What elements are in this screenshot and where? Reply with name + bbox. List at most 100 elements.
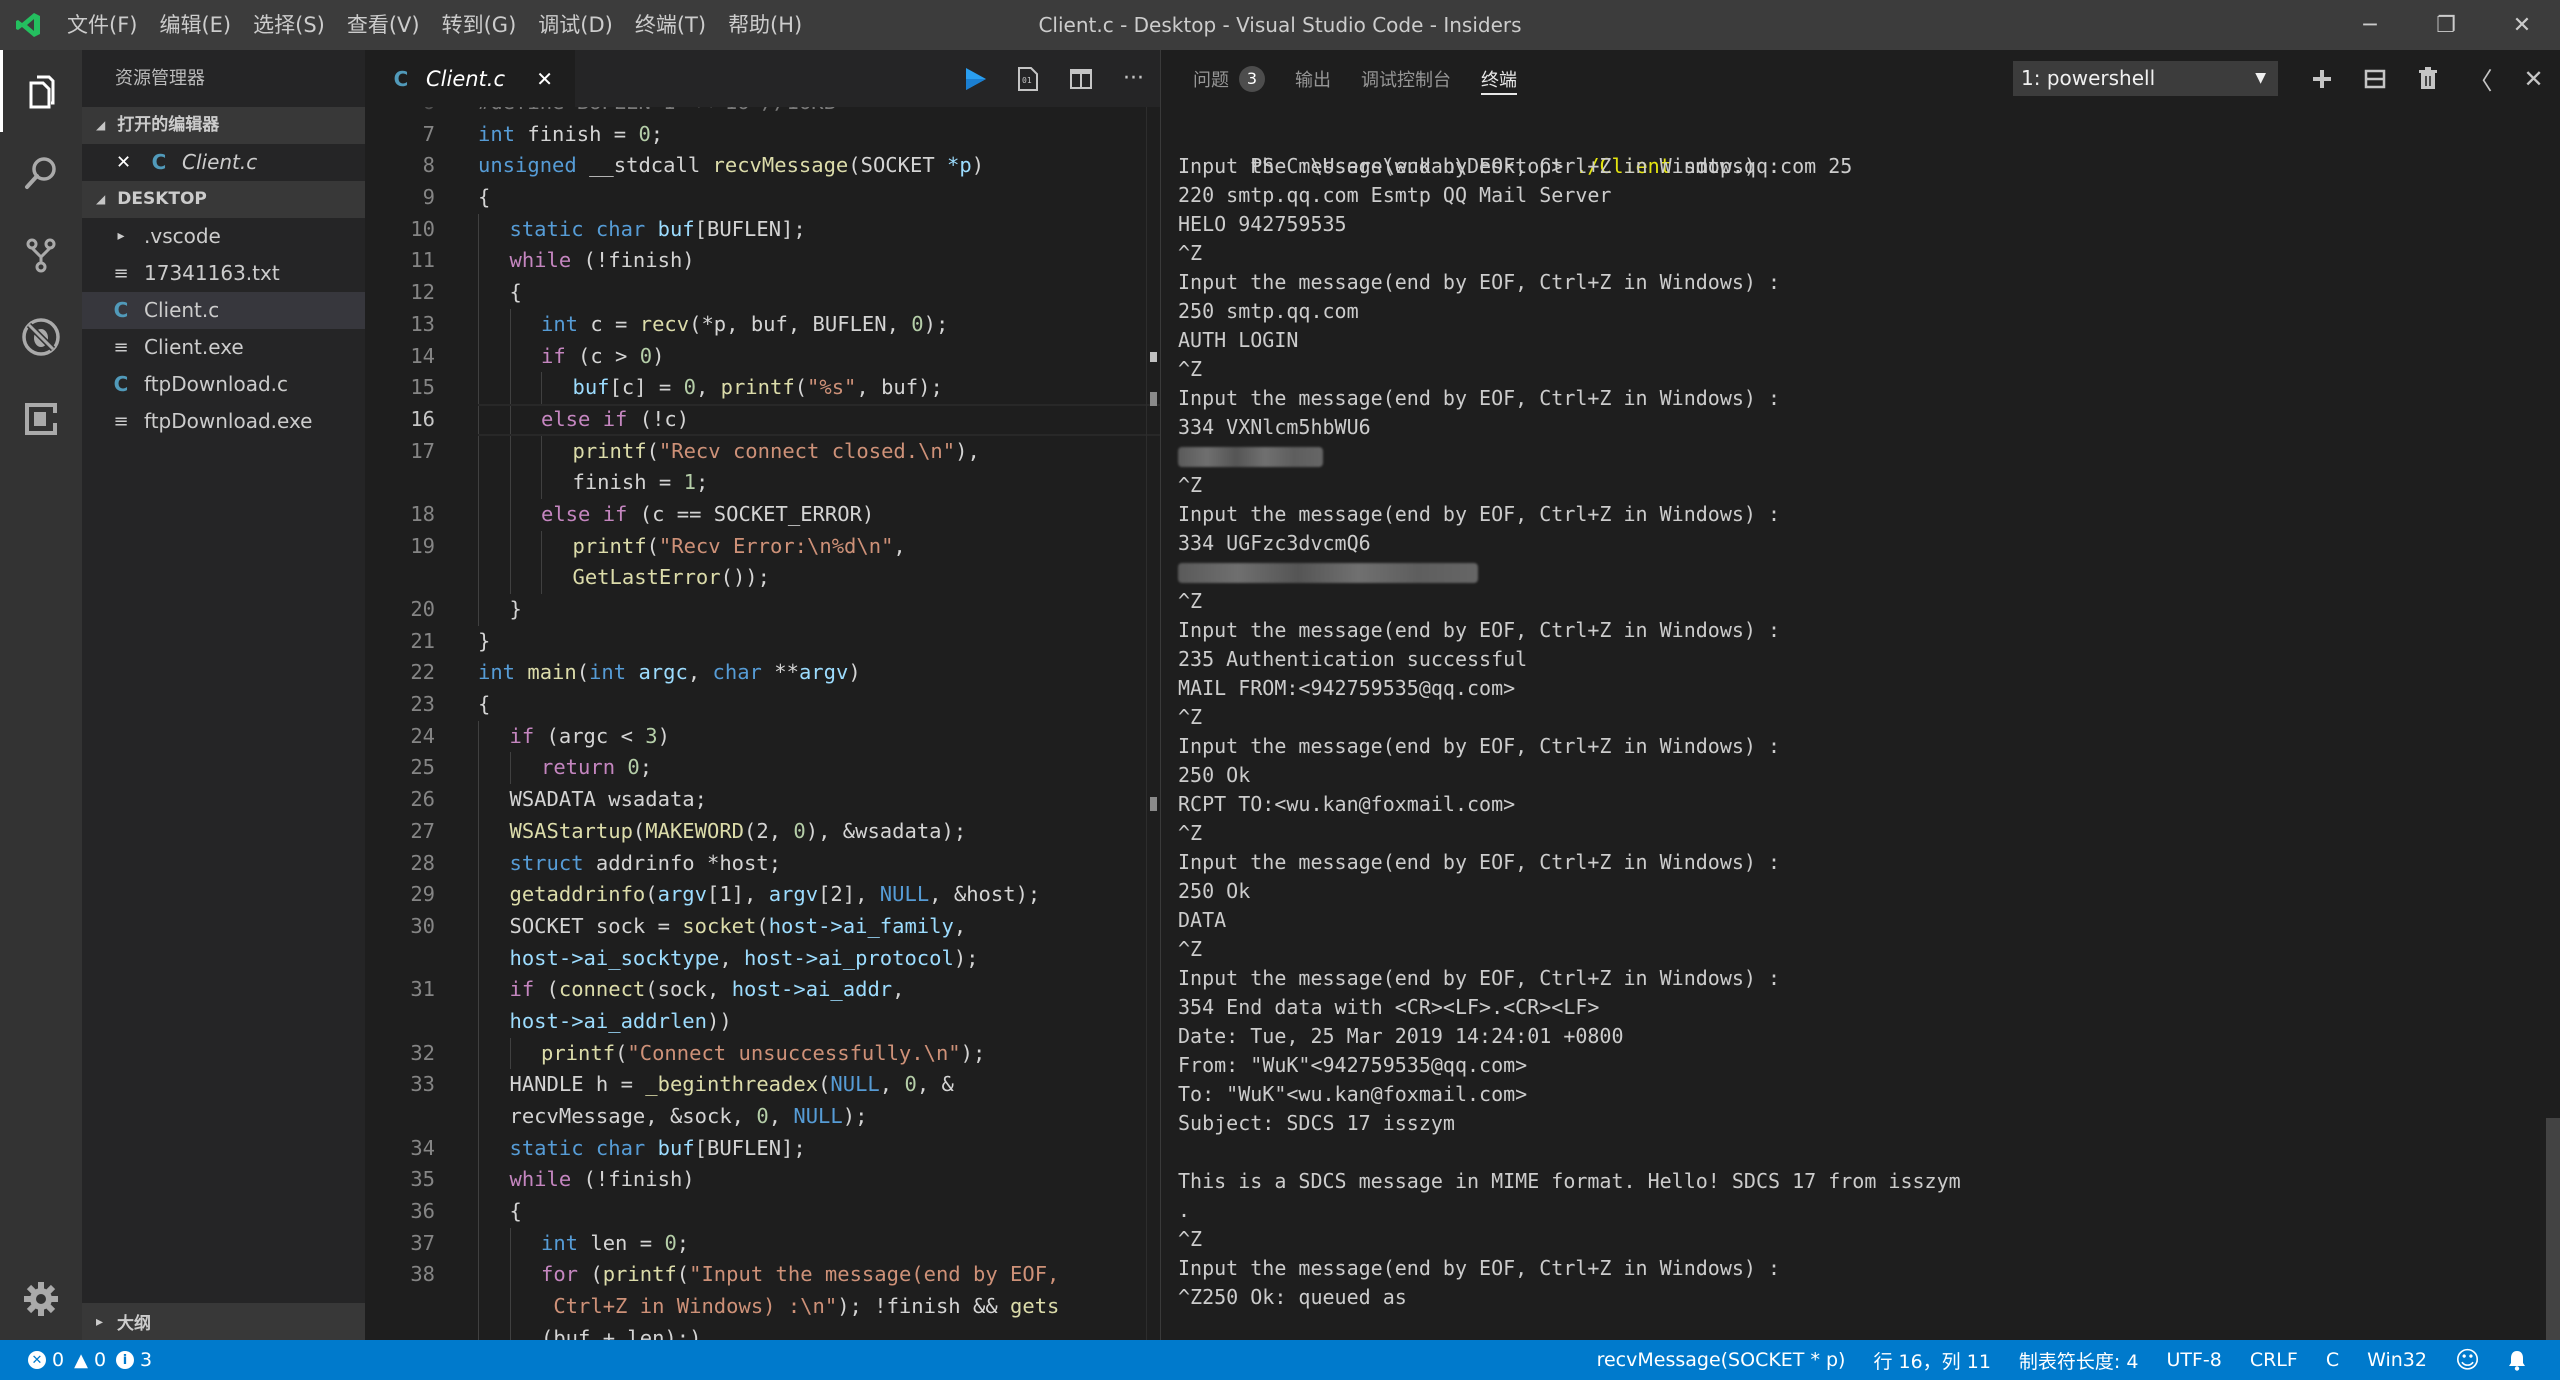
menu-go[interactable]: 转到(G)	[431, 0, 528, 50]
close-editor-icon[interactable]: ✕	[116, 144, 138, 181]
code-token: HANDLE h =	[509, 1072, 646, 1097]
activity-extensions[interactable]	[0, 378, 82, 460]
terminal-line: ^Z	[1178, 241, 1203, 265]
language-mode[interactable]: C	[2326, 1349, 2339, 1371]
desktop-folder-header[interactable]: ◢ DESKTOP	[82, 181, 365, 218]
activity-manage[interactable]	[0, 1258, 82, 1340]
code-line: 37 int len = 0;	[365, 1227, 1160, 1260]
code-token: char	[595, 216, 646, 241]
problems-status[interactable]: ✕ 0 ▲ 0 i3	[0, 1349, 162, 1371]
code-token: ;	[695, 470, 709, 495]
code-token: ;	[650, 121, 664, 146]
code-token: return	[541, 755, 616, 780]
new-terminal-button[interactable]	[2295, 50, 2348, 107]
activity-debug[interactable]	[0, 296, 82, 378]
kill-terminal-button[interactable]	[2401, 50, 2454, 107]
split-editor-icon	[1069, 68, 1092, 89]
indent-guide	[478, 847, 479, 880]
code-token: 0	[911, 311, 924, 336]
run-button[interactable]	[948, 50, 1001, 107]
open-editor-item[interactable]: ✕ C Client.c	[82, 144, 365, 181]
tab-problems-label: 问题	[1193, 69, 1229, 91]
file-tree-item[interactable]: C Client.c	[82, 292, 365, 329]
file-tree-item[interactable]: ≡ ftpDownload.exe	[82, 403, 365, 440]
file-tree-item[interactable]: ≡ 17341163.txt	[82, 255, 365, 292]
notifications-button[interactable]	[2508, 1349, 2526, 1371]
terminal-scrollbar-thumb[interactable]	[2546, 1118, 2560, 1363]
open-editors-header[interactable]: ◢ 打开的编辑器	[82, 107, 365, 144]
code-text: while (!finish)	[510, 245, 695, 277]
menu-edit[interactable]: 编辑(E)	[148, 0, 242, 50]
restore-button[interactable]: ❐	[2408, 0, 2484, 50]
activity-source-control[interactable]	[0, 214, 82, 296]
cursor-position[interactable]: 行 16，列 11	[1873, 1347, 1990, 1374]
close-tab-icon[interactable]: ✕	[536, 67, 553, 91]
activity-explorer[interactable]	[0, 50, 82, 132]
menu-debug[interactable]: 调试(D)	[527, 0, 624, 50]
end-of-line[interactable]: CRLF	[2250, 1349, 2298, 1371]
code-line: Ctrl+Z in Windows) :\n"); !finish && get…	[365, 1291, 1160, 1323]
code-token: host->ai_socktype	[509, 945, 720, 970]
open-preview-button[interactable]: 01	[1001, 50, 1054, 107]
code-token: printf	[541, 1040, 616, 1065]
menu-help[interactable]: 帮助(H)	[717, 0, 813, 50]
terminal-line: 220 smtp.qq.com Esmtp QQ Mail Server	[1178, 183, 1612, 207]
tab-terminal[interactable]: 终端	[1481, 50, 1517, 107]
code-token: **	[761, 660, 799, 685]
error-icon: ✕	[28, 1351, 46, 1369]
code-line: 33 HANDLE h = _beginthreadex(NULL, 0, &	[365, 1069, 1160, 1101]
tab-output[interactable]: 输出	[1295, 50, 1331, 107]
file-tree-item[interactable]: ▸ .vscode	[82, 218, 365, 255]
file-tree-item[interactable]: CftpDownload.c	[82, 366, 365, 403]
menu-selection[interactable]: 选择(S)	[242, 0, 336, 50]
current-symbol[interactable]: recvMessage(SOCKET * p)	[1597, 1349, 1846, 1371]
tab-problems[interactable]: 问题 3	[1193, 50, 1265, 107]
editor-scrollbar[interactable]	[1146, 107, 1160, 1340]
code-editor[interactable]: 6 #define BUFLEN 1 << 16 //16KB 7 int finis…	[365, 107, 1160, 1340]
terminal-instance-select[interactable]: 1: powershell ▼	[2013, 61, 2278, 96]
code-token: int	[589, 660, 627, 685]
more-actions-button[interactable]: ···	[1107, 50, 1160, 107]
code-token: [c] =	[609, 375, 684, 400]
code-text: else if (c == SOCKET_ERROR)	[541, 499, 874, 531]
code-token: unsigned	[478, 153, 577, 178]
minimize-button[interactable]: ─	[2332, 0, 2408, 50]
code-token: ))	[706, 1008, 732, 1033]
toggle-panel-position-button[interactable]: 〈	[2454, 50, 2507, 107]
menu-view[interactable]: 查看(V)	[336, 0, 431, 50]
panel-actions: 〈 ✕	[2295, 50, 2560, 107]
activity-search[interactable]	[0, 132, 82, 214]
close-window-button[interactable]: ✕	[2484, 0, 2560, 50]
tab-client-c[interactable]: C Client.c ✕	[365, 50, 575, 107]
menu-file[interactable]: 文件(F)	[56, 0, 148, 50]
c-configuration[interactable]: Win32	[2367, 1349, 2427, 1371]
terminal-output[interactable]: PS C:\Users\wukan\Desktop> ./Client smtp…	[1178, 123, 2540, 1312]
file-tree-item[interactable]: ≡ Client.exe	[82, 329, 365, 366]
feedback-button[interactable]: ☺	[2455, 1346, 2480, 1374]
code-token: _beginthreadex	[645, 1072, 819, 1097]
code-token: ;	[639, 755, 653, 780]
split-terminal-button[interactable]	[2348, 50, 2401, 107]
code-text: HANDLE h = _beginthreadex(NULL, 0, &	[510, 1069, 954, 1101]
code-line: 17 printf("Recv connect closed.\n"),	[365, 435, 1160, 468]
window-controls: ─ ❐ ✕	[2332, 0, 2560, 50]
terminal-line: 334 VXNlcm5hbWU6	[1178, 415, 1371, 439]
line-number: 16	[410, 406, 435, 431]
line-number: 18	[410, 501, 435, 526]
tab-debug-console[interactable]: 调试控制台	[1361, 50, 1451, 107]
split-editor-button[interactable]	[1054, 50, 1107, 107]
encoding[interactable]: UTF-8	[2166, 1349, 2221, 1371]
code-token: ,	[687, 660, 713, 685]
close-panel-button[interactable]: ✕	[2507, 50, 2560, 107]
editor-group: C Client.c ✕ 01 ··· 6#define BUFLEN 1 <<…	[365, 50, 1160, 1340]
indentation[interactable]: 制表符长度: 4	[2019, 1347, 2139, 1374]
outline-header[interactable]: ▸ 大纲	[82, 1303, 365, 1340]
code-line: 6 #define BUFLEN 1 << 16 //16KB	[365, 107, 1160, 119]
indent-guide	[478, 1259, 479, 1292]
indent-guide	[478, 1227, 479, 1260]
menu-terminal[interactable]: 终端(T)	[624, 0, 717, 50]
code-token: else	[541, 406, 591, 431]
indent-guide	[478, 1132, 479, 1165]
indent-guide	[478, 1291, 479, 1323]
